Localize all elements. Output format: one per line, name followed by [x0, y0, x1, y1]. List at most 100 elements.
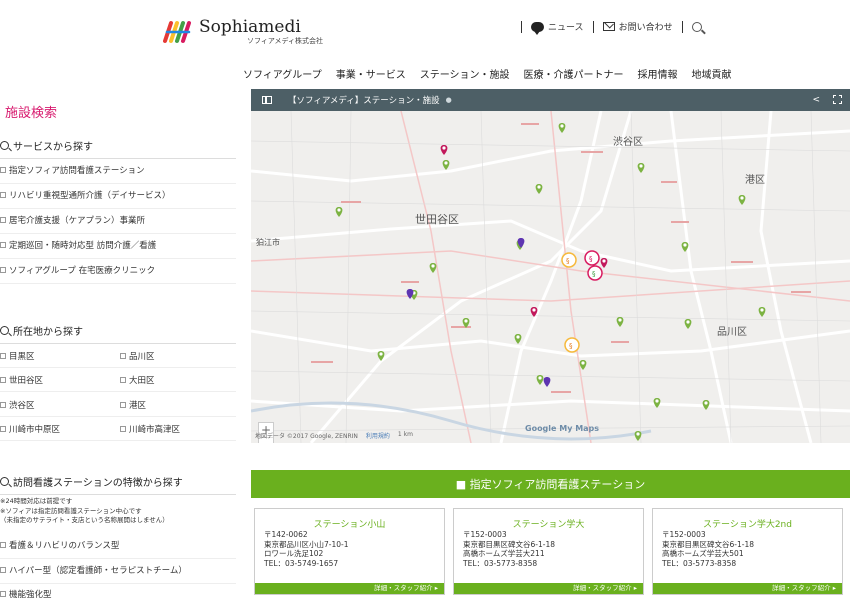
checkbox[interactable] [0, 426, 6, 432]
svg-text:§: § [566, 257, 570, 265]
map-legend-toggle-icon[interactable] [262, 96, 272, 104]
postal-code: 〒152-0003 [463, 530, 507, 539]
heading-label: 所在地から探す [13, 327, 83, 338]
share-icon[interactable]: < [812, 95, 820, 105]
area-takatsu[interactable]: 川崎市高津区 [120, 423, 180, 435]
map-canvas[interactable]: § § § § 渋谷区 港区 世田谷区 狛江市 品川区 + − Google M… [251, 111, 850, 443]
checkbox[interactable] [0, 192, 6, 198]
label-shinagawa: 品川区 [717, 326, 747, 338]
checkbox[interactable] [120, 377, 126, 383]
nav-services[interactable]: 事業・サービス [336, 66, 406, 81]
heading-label: サービスから探す [13, 142, 93, 153]
station-card[interactable]: ステーション小山 〒142-0062 東京都品川区小山7-10-1 ロワール洗足… [254, 508, 445, 595]
service-item-patrol[interactable]: 定期巡回・随時対応型 訪問介護／看護 [0, 239, 236, 259]
search-icon[interactable] [691, 21, 702, 32]
label-setagaya: 世田谷区 [415, 213, 459, 226]
phone-line: TEL：03-5773-8358 [662, 558, 737, 568]
service-item-clinic[interactable]: ソフィアグループ 在宅医療クリニック [0, 264, 236, 284]
station-detail-button[interactable]: 詳細・スタッフ紹介 ▸ [653, 583, 842, 594]
checkbox[interactable] [0, 242, 6, 248]
area-meguro[interactable]: 目黒区 [0, 350, 35, 362]
station-name[interactable]: ステーション学大 [454, 517, 643, 530]
facility-map[interactable]: 【ソフィアメディ】ステーション・施設 ● < § § § § 渋谷区 港区 世田… [251, 89, 850, 443]
item-label: 指定ソフィア訪問看護ステーション [9, 166, 145, 176]
checkbox[interactable] [0, 267, 6, 273]
item-label: 機能強化型 [9, 590, 52, 600]
area-minato[interactable]: 港区 [120, 399, 146, 411]
heading-label: 訪問看護ステーションの特徴から探す [13, 478, 183, 489]
nav-community[interactable]: 地域貢献 [692, 66, 732, 81]
checkbox[interactable] [0, 377, 6, 383]
item-label: 定期巡回・随時対応型 訪問介護／看護 [9, 241, 157, 251]
station-card[interactable]: ステーション学大2nd 〒152-0003 東京都目黒区碑文谷6-1-18 高橋… [652, 508, 843, 595]
checkbox[interactable] [0, 167, 6, 173]
item-label: リハビリ重視型通所介護（デイサービス） [9, 191, 171, 201]
logo-mark-icon [163, 19, 193, 45]
google-mymaps-logo: Google My Maps [525, 424, 600, 433]
facility-search-sidebar: 施設検索 サービスから探す 指定ソフィア訪問看護ステーション リハビリ重視型通所… [0, 88, 236, 600]
station-detail-button[interactable]: 詳細・スタッフ紹介 ▸ [454, 583, 643, 594]
row-divider [0, 391, 236, 392]
brand-sub: ソフィアメディ株式会社 [247, 37, 324, 45]
label-minato: 港区 [745, 174, 765, 186]
label-komae: 狛江市 [256, 237, 280, 247]
service-item-dayservice[interactable]: リハビリ重視型通所介護（デイサービス） [0, 189, 236, 209]
checkbox[interactable] [0, 567, 6, 573]
feature-note-2: ※ソフィアは指定訪問看護ステーション中心です [0, 507, 142, 515]
item-label: 品川区 [129, 352, 155, 362]
nav-stations[interactable]: ステーション・施設 [420, 66, 510, 81]
brand-logo[interactable]: Sophiamedi ソフィアメディ株式会社 [163, 18, 323, 46]
station-name[interactable]: ステーション小山 [255, 517, 444, 530]
site-header: Sophiamedi ソフィアメディ株式会社 ニュース お問い合わせ ソフィアグ… [0, 0, 850, 88]
item-label: 川崎市中原区 [9, 425, 61, 435]
checkbox[interactable] [0, 591, 6, 597]
checkbox[interactable] [0, 542, 6, 548]
station-detail-button[interactable]: 詳細・スタッフ紹介 ▸ [255, 583, 444, 594]
nav-group[interactable]: ソフィアグループ [243, 66, 322, 81]
brand-name: Sophiamedi [199, 17, 301, 37]
scale-bar: 1 km [397, 431, 413, 438]
station-address: 〒142-0062 東京都品川区小山7-10-1 ロワール洗足102 TEL：0… [264, 530, 349, 568]
news-label: ニュース [548, 23, 584, 33]
fullscreen-icon[interactable] [833, 95, 842, 104]
feature-search-heading: 訪問看護ステーションの特徴から探す [0, 474, 236, 495]
area-shibuya[interactable]: 渋谷区 [0, 399, 35, 411]
building-line: ロワール洗足102 [264, 549, 324, 558]
checkbox[interactable] [120, 402, 126, 408]
feature-item-balance[interactable]: 看護＆リハビリのバランス型 [0, 539, 236, 559]
feature-item-hyper[interactable]: ハイパー型（認定看護師・セラピストチーム） [0, 564, 236, 584]
checkbox[interactable] [0, 353, 6, 359]
station-card[interactable]: ステーション学大 〒152-0003 東京都目黒区碑文谷6-1-18 高橋ホーム… [453, 508, 644, 595]
item-label: ソフィアグループ 在宅医療クリニック [9, 266, 156, 276]
nav-divider [681, 20, 683, 33]
nav-recruit[interactable]: 採用情報 [638, 66, 678, 81]
station-address: 〒152-0003 東京都目黒区碑文谷6-1-18 高橋ホームズ学芸大211 T… [463, 530, 555, 568]
feature-note-3: （未指定のサテライト・支店という名称展開はしません） [0, 516, 169, 524]
checkbox[interactable] [0, 402, 6, 408]
map-toolbar: 【ソフィアメディ】ステーション・施設 ● < [251, 89, 850, 111]
station-address: 〒152-0003 東京都目黒区碑文谷6-1-18 高橋ホームズ学芸大501 T… [662, 530, 754, 568]
postal-code: 〒142-0062 [264, 530, 308, 539]
postal-code: 〒152-0003 [662, 530, 706, 539]
nav-partners[interactable]: 医療・介護パートナー [524, 66, 624, 81]
area-setagaya[interactable]: 世田谷区 [0, 374, 43, 386]
item-label: ハイパー型（認定看護師・セラピストチーム） [9, 566, 187, 576]
search-icon [0, 326, 9, 335]
phone-line: TEL：03-5749-1657 [264, 558, 339, 568]
service-item-careplan[interactable]: 居宅介護支援（ケアプラン）事業所 [0, 214, 236, 234]
station-name[interactable]: ステーション学大2nd [653, 517, 842, 530]
area-nakahara[interactable]: 川崎市中原区 [0, 423, 60, 435]
checkbox[interactable] [0, 217, 6, 223]
feature-item-enhanced[interactable]: 機能強化型 [0, 588, 236, 600]
news-link[interactable]: ニュース [531, 20, 584, 35]
item-label: 世田谷区 [9, 376, 44, 386]
row-divider [0, 440, 236, 441]
terms-link[interactable]: 利用規約 [366, 431, 390, 440]
checkbox[interactable] [120, 426, 126, 432]
checkbox[interactable] [120, 353, 126, 359]
area-shinagawa[interactable]: 品川区 [120, 350, 155, 362]
contact-link[interactable]: お問い合わせ [602, 20, 673, 33]
service-item-nursing[interactable]: 指定ソフィア訪問看護ステーション [0, 164, 236, 184]
area-ota[interactable]: 大田区 [120, 374, 155, 386]
nav-divider [521, 20, 522, 33]
